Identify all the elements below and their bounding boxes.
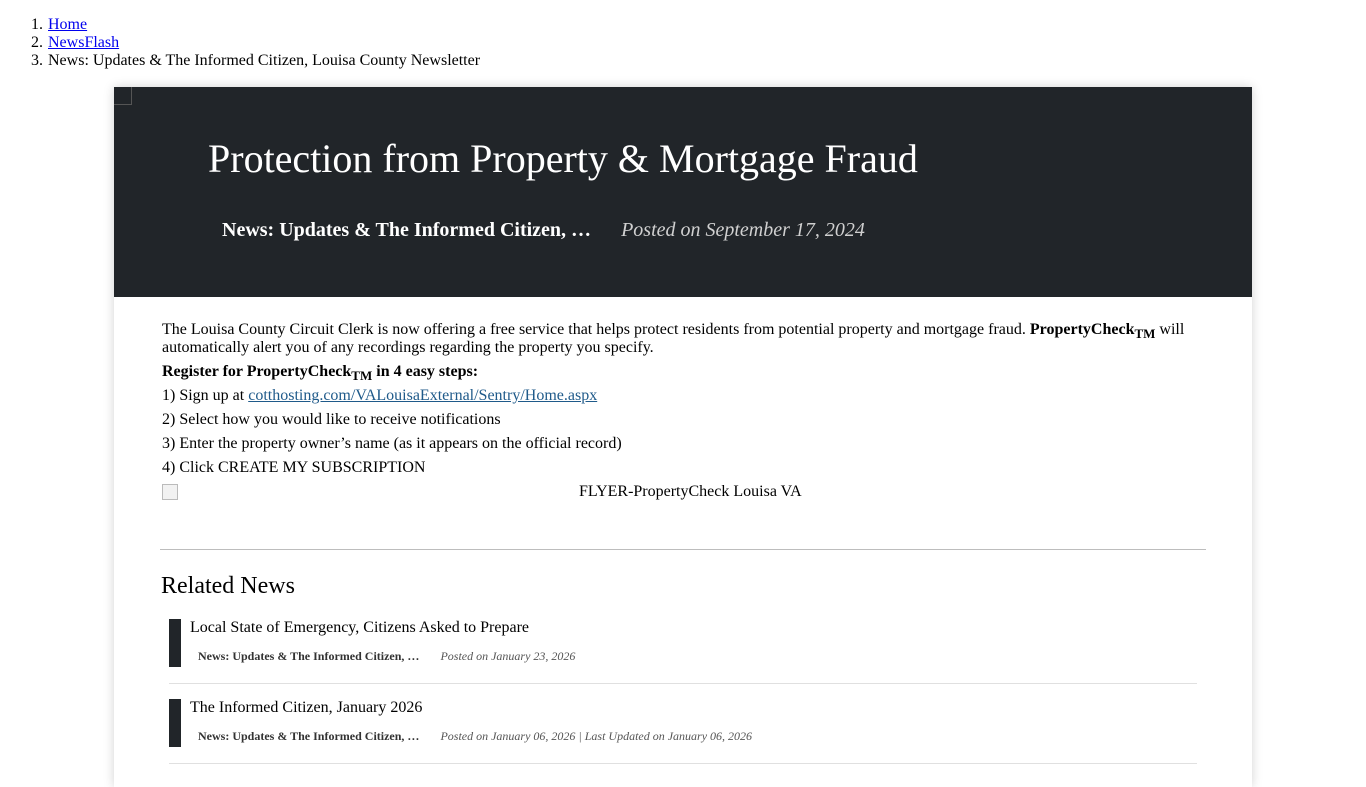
news-article-card: Protection from Property & Mortgage Frau… (114, 87, 1252, 787)
breadcrumb-current: News: Updates & The Informed Citizen, Lo… (48, 52, 481, 69)
section-divider (160, 549, 1206, 550)
article-banner: Protection from Property & Mortgage Frau… (114, 87, 1252, 297)
related-news-heading: Related News (161, 573, 295, 599)
article-title: Protection from Property & Mortgage Frau… (208, 136, 918, 181)
flyer-alt-text: FLYER-PropertyCheck Louisa VA (579, 483, 802, 500)
step-1: 1) Sign up at cotthosting.com/VALouisaEx… (162, 387, 1206, 405)
step-2: 2) Select how you would like to receive … (162, 411, 501, 428)
product-name-text: PropertyCheck (1029, 321, 1135, 338)
register-prefix: Register for (162, 363, 243, 380)
signup-link[interactable]: cotthosting.com/VALouisaExternal/Sentry/… (248, 387, 597, 404)
accent-bar (169, 619, 181, 667)
intro-text: The Louisa County Circuit Clerk is now o… (162, 321, 1026, 338)
breadcrumb-item: 1. Home (31, 16, 480, 34)
breadcrumb-item: 3. News: Updates & The Informed Citizen,… (31, 52, 481, 70)
breadcrumb-item: 2. NewsFlash (31, 34, 480, 52)
flyer-image: FLYER-PropertyCheck Louisa VA (162, 483, 1206, 507)
breadcrumb: 1. Home 2. NewsFlash 3. News: Updates & … (31, 16, 481, 70)
breadcrumb-number: 3. (31, 52, 43, 69)
related-news-meta: News: Updates & The Informed Citizen, … … (198, 649, 575, 664)
intro-paragraph: The Louisa County Circuit Clerk is now o… (162, 321, 1206, 357)
banner-image-placeholder (114, 87, 132, 105)
accent-bar (169, 699, 181, 747)
article-category: News: Updates & The Informed Citizen, … (222, 219, 592, 241)
register-suffix: in 4 easy steps: (376, 363, 479, 380)
article-body: The Louisa County Circuit Clerk is now o… (162, 321, 1206, 507)
related-news-meta: News: Updates & The Informed Citizen, … … (198, 729, 752, 744)
product-name: PropertyCheckTM (1029, 321, 1156, 341)
article-meta: News: Updates & The Informed Citizen, … … (222, 219, 865, 242)
breadcrumb-newsflash-link[interactable]: NewsFlash (48, 34, 119, 51)
breadcrumb-number: 1. (31, 16, 43, 33)
related-news-title-link[interactable]: The Informed Citizen, January 2026 (190, 699, 422, 717)
step-1-text: 1) Sign up at (162, 387, 245, 404)
trademark-mark: TM (351, 368, 373, 383)
related-news-item: The Informed Citizen, January 2026 News:… (169, 699, 1197, 764)
breadcrumb-home-link[interactable]: Home (48, 16, 87, 33)
related-news-category: News: Updates & The Informed Citizen, … (198, 729, 420, 743)
related-news-title-link[interactable]: Local State of Emergency, Citizens Asked… (190, 619, 529, 637)
related-news-item: Local State of Emergency, Citizens Asked… (169, 619, 1197, 684)
step-3: 3) Enter the property owner’s name (as i… (162, 435, 622, 452)
step-4: 4) Click CREATE MY SUBSCRIPTION (162, 459, 426, 476)
register-heading: Register for PropertyCheckTM in 4 easy s… (162, 363, 1206, 383)
related-news-date: Posted on January 06, 2026 | Last Update… (440, 729, 753, 743)
related-news-date: Posted on January 23, 2026 (440, 649, 576, 663)
breadcrumb-number: 2. (31, 34, 43, 51)
related-news-category: News: Updates & The Informed Citizen, … (198, 649, 420, 663)
broken-image-icon (162, 484, 178, 500)
product-name-text: PropertyCheck (246, 363, 352, 380)
trademark-mark: TM (1134, 326, 1156, 341)
article-posted-date: Posted on September 17, 2024 (621, 219, 865, 241)
